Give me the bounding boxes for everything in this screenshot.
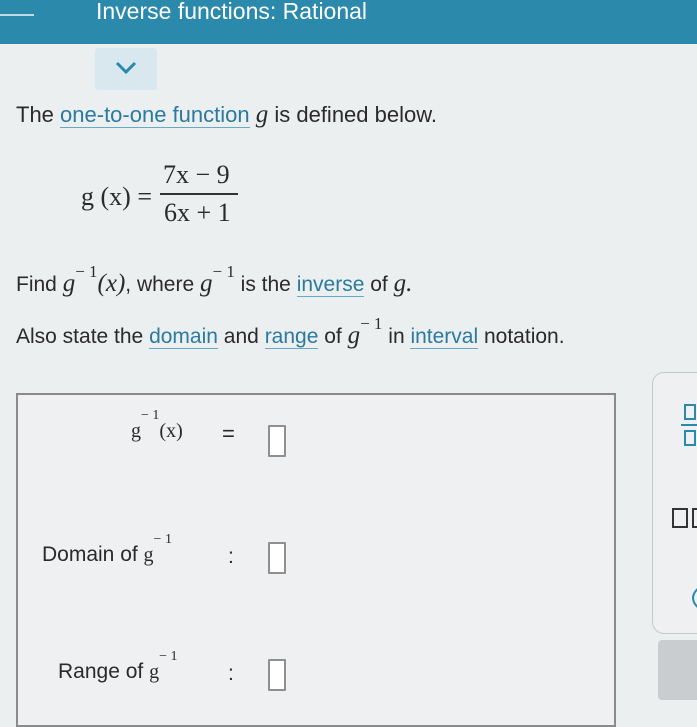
domain-label: Domain of g− 1 bbox=[42, 532, 172, 567]
one-to-one-function-link[interactable]: one-to-one function bbox=[60, 102, 250, 128]
top-bar: Inverse functions: Rational bbox=[0, 0, 697, 44]
collapse-button[interactable] bbox=[95, 48, 157, 90]
x-argument: (x) bbox=[97, 270, 126, 297]
domain-link[interactable]: domain bbox=[149, 325, 218, 349]
g-symbol: g bbox=[199, 270, 213, 297]
parenthesis-tool-icon[interactable] bbox=[679, 583, 697, 613]
problem-text: The bbox=[16, 102, 61, 127]
side-action-button[interactable] bbox=[658, 640, 697, 700]
answer-area: g− 1(x) = Domain of g− 1 : Range of g− 1… bbox=[16, 393, 616, 727]
domain-text: Domain of bbox=[42, 543, 144, 566]
of-text: of bbox=[318, 325, 348, 348]
where-text: , where bbox=[125, 273, 200, 296]
inverse-superscript: − 1 bbox=[141, 408, 160, 423]
find-text: Find bbox=[16, 273, 63, 296]
domain-colon: : bbox=[228, 545, 234, 568]
inverse-function-label: g− 1(x) bbox=[131, 408, 183, 443]
inverse-superscript: − 1 bbox=[212, 262, 235, 281]
instruction-line-2: Also state the domain and range of g− 1 … bbox=[16, 314, 565, 350]
is-text: is the bbox=[234, 273, 297, 296]
g-symbol: g bbox=[347, 322, 361, 349]
x-argument: (x) bbox=[159, 420, 183, 442]
formula-numerator: 7x − 9 bbox=[163, 160, 230, 189]
instruction-line-1: Find g− 1(x), where g− 1 is the inverse … bbox=[16, 262, 413, 298]
problem-text-end: is defined below. bbox=[268, 102, 438, 127]
inverse-superscript: − 1 bbox=[75, 262, 98, 281]
g-symbol: g bbox=[131, 420, 141, 442]
interval-tool-icon[interactable] bbox=[671, 507, 697, 531]
domain-answer-input[interactable] bbox=[268, 542, 286, 574]
chevron-down-icon bbox=[115, 61, 137, 75]
g-symbol: g bbox=[143, 544, 154, 566]
range-link[interactable]: range bbox=[264, 325, 319, 349]
page-title: Inverse functions: Rational bbox=[96, 0, 368, 24]
problem-statement: The one-to-one function g is defined bel… bbox=[16, 101, 437, 129]
equals-sign: = bbox=[222, 421, 235, 446]
g-symbol: g. bbox=[393, 270, 413, 297]
range-colon: : bbox=[228, 662, 234, 685]
formula-lhs: g (x) = bbox=[81, 182, 152, 211]
and-text: and bbox=[217, 325, 265, 348]
function-variable: g bbox=[255, 101, 269, 128]
of-text: of bbox=[364, 273, 394, 296]
fraction-tool-icon[interactable] bbox=[679, 403, 697, 447]
inverse-superscript: − 1 bbox=[153, 532, 172, 547]
g-symbol: g bbox=[62, 270, 76, 297]
range-text: Range of bbox=[58, 660, 150, 683]
in-text: in bbox=[382, 325, 411, 348]
interval-link[interactable]: interval bbox=[410, 325, 479, 349]
inverse-link[interactable]: inverse bbox=[296, 273, 365, 297]
range-answer-input[interactable] bbox=[268, 659, 286, 691]
notation-text: notation. bbox=[478, 325, 565, 348]
range-label: Range of g− 1 bbox=[58, 649, 177, 684]
also-text: Also state the bbox=[16, 325, 150, 348]
inverse-answer-input[interactable] bbox=[268, 425, 286, 457]
inverse-superscript: − 1 bbox=[159, 649, 178, 664]
menu-icon[interactable] bbox=[0, 14, 34, 16]
inverse-superscript: − 1 bbox=[360, 314, 383, 333]
fraction-bar bbox=[160, 193, 238, 195]
formula-denominator: 6x + 1 bbox=[164, 198, 231, 227]
g-symbol: g bbox=[149, 661, 160, 683]
math-tools-panel bbox=[652, 372, 697, 634]
